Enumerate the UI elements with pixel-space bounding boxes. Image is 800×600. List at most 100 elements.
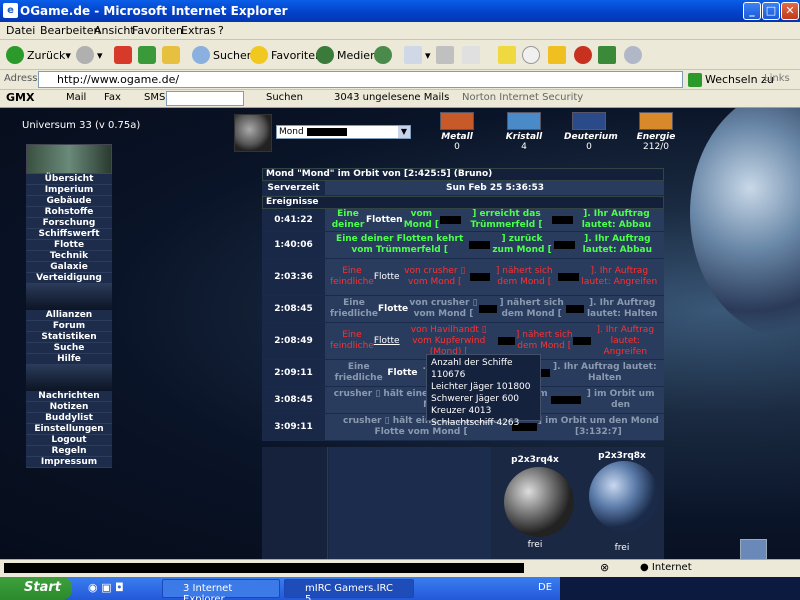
refresh-button[interactable] (138, 44, 159, 66)
kristall-icon (507, 112, 541, 130)
menu-item-schiffswerft[interactable]: Schiffswerft (26, 229, 112, 240)
menu-item-statistiken[interactable]: Statistiken (26, 332, 112, 343)
gmx-search-input[interactable] (166, 91, 244, 106)
moon-thumbnail[interactable] (234, 114, 272, 152)
norton-label[interactable]: Norton Internet Security (462, 92, 583, 103)
menu-favoriten[interactable]: Favoriten (132, 24, 183, 37)
menu-item-regeln[interactable]: Regeln (26, 446, 112, 457)
plugin-button[interactable] (598, 44, 619, 66)
menu-item-gebäude[interactable]: Gebäude (26, 196, 112, 207)
menu-item-notizen[interactable]: Notizen (26, 402, 112, 413)
print-button[interactable] (436, 44, 457, 66)
gmx-fax[interactable]: Fax (104, 92, 121, 103)
stop-button[interactable] (114, 44, 135, 66)
history-button[interactable] (374, 44, 395, 66)
redacted (306, 127, 347, 136)
note-button[interactable] (498, 44, 519, 66)
menu-item-suche[interactable]: Suche (26, 343, 112, 354)
close-button[interactable]: ✕ (781, 2, 799, 20)
planet-select[interactable]: Mond ▼ (276, 125, 411, 139)
event-time: 3:08:45 (262, 387, 326, 413)
menu-item-rohstoffe[interactable]: Rohstoffe (26, 207, 112, 218)
menu-item-nachrichten[interactable]: Nachrichten (26, 391, 112, 402)
gear-icon (574, 46, 592, 64)
menu-separator (26, 365, 112, 391)
server-time-row: Serverzeit Sun Feb 25 5:36:53 (262, 181, 664, 196)
planet-name[interactable]: p2x3rq4x (502, 455, 568, 465)
plugin-icon (598, 46, 616, 64)
home-button[interactable] (162, 44, 183, 66)
menu-bearbeiten[interactable]: Bearbeiten (40, 24, 100, 37)
go-button[interactable]: Wechseln zu (688, 71, 774, 88)
quicklaunch-icons[interactable]: ◉ ▣ ◘ (88, 581, 124, 594)
fleet-link[interactable]: Flotte (374, 336, 400, 347)
search-icon (192, 46, 210, 64)
events-header: Ereignisse (262, 196, 664, 209)
menu-banner (26, 144, 112, 174)
media-icon (316, 46, 334, 64)
menu-item-buddylist[interactable]: Buddylist (26, 413, 112, 424)
edit-button[interactable] (462, 44, 483, 66)
forward-button[interactable]: ▾ (76, 44, 103, 66)
menu-item-logout[interactable]: Logout (26, 435, 112, 446)
menu-datei[interactable]: Datei (6, 24, 35, 37)
taskbar: Start ◉ ▣ ◘ 3 Internet Explorer mIRC Gam… (0, 577, 800, 600)
menu-item-übersicht[interactable]: Übersicht (26, 174, 112, 185)
event-time: 2:08:49 (262, 323, 326, 359)
search-button[interactable]: Suchen (192, 44, 254, 66)
back-button[interactable]: Zurück ▾ (6, 44, 71, 66)
go-arrow-button[interactable] (548, 44, 569, 66)
edit-icon (462, 46, 480, 64)
mail-button[interactable]: ▾ (404, 44, 431, 66)
menu-item-galaxie[interactable]: Galaxie (26, 262, 112, 273)
event-time: 3:09:11 (262, 414, 326, 440)
menu-item-forschung[interactable]: Forschung (26, 218, 112, 229)
media-button[interactable]: Medien (316, 44, 377, 66)
gmx-sms[interactable]: SMS (144, 92, 165, 103)
language-indicator[interactable]: DE (538, 582, 552, 593)
menu-item-hilfe[interactable]: Hilfe (26, 354, 112, 365)
gmx-mail[interactable]: Mail (66, 92, 86, 103)
menu-ansicht[interactable]: Ansicht (94, 24, 135, 37)
event-text: Eine friedliche Flotte von crusher ▯ vom… (326, 296, 664, 322)
messenger-button[interactable] (624, 44, 645, 66)
minimize-button[interactable]: _ (743, 2, 761, 20)
left-menu: Übersicht Imperium Gebäude Rohstoffe Forschu… (26, 144, 112, 468)
menu-item-einstellungen[interactable]: Einstellungen (26, 424, 112, 435)
planet-thumbnail[interactable] (589, 461, 659, 531)
address-input[interactable]: http://www.ogame.de/ (38, 71, 683, 88)
taskbar-ie[interactable]: 3 Internet Explorer (162, 579, 280, 600)
menu-item-technik[interactable]: Technik (26, 251, 112, 262)
menu-help[interactable]: ? (218, 24, 224, 37)
menu-item-forum[interactable]: Forum (26, 321, 112, 332)
event-time: 2:08:45 (262, 296, 326, 322)
window-title: OGame.de - Microsoft Internet Explorer (20, 4, 288, 18)
favorites-button[interactable]: Favoriten (250, 44, 322, 66)
gmx-unread[interactable]: 3043 ungelesene Mails (334, 92, 449, 103)
menu-item-flotte[interactable]: Flotte (26, 240, 112, 251)
menu-item-imperium[interactable]: Imperium (26, 185, 112, 196)
gmx-logo[interactable]: GMX (6, 91, 34, 104)
menu-item-impressum[interactable]: Impressum (26, 457, 112, 468)
server-time: Sun Feb 25 5:36:53 (326, 181, 664, 195)
planet-thumbnail[interactable] (504, 467, 574, 537)
menu-item-verteidigung[interactable]: Verteidigung (26, 273, 112, 284)
event-time: 0:41:22 (262, 209, 326, 231)
links-button[interactable]: Links (764, 73, 790, 84)
ebay-button[interactable] (522, 44, 543, 66)
maximize-button[interactable]: □ (762, 2, 780, 20)
window-titlebar: e OGame.de - Microsoft Internet Explorer… (0, 0, 800, 22)
planet-name[interactable]: p2x3rq8x (589, 451, 655, 461)
arrow-icon (548, 46, 566, 64)
gmx-search[interactable]: Suchen (266, 92, 303, 103)
taskbar-mirc[interactable]: mIRC Gamers.IRC 5.... (284, 579, 414, 600)
start-button[interactable]: Start (0, 577, 72, 600)
zone-label: ● Internet (640, 562, 692, 573)
status-redacted (4, 563, 524, 573)
menu-item-allianzen[interactable]: Allianzen (26, 310, 112, 321)
gear-button[interactable] (574, 44, 595, 66)
resource-deuterium: Deuterium 0 (564, 112, 618, 152)
metall-icon (440, 112, 474, 130)
menu-extras[interactable]: Extras (181, 24, 216, 37)
note-icon (498, 46, 516, 64)
